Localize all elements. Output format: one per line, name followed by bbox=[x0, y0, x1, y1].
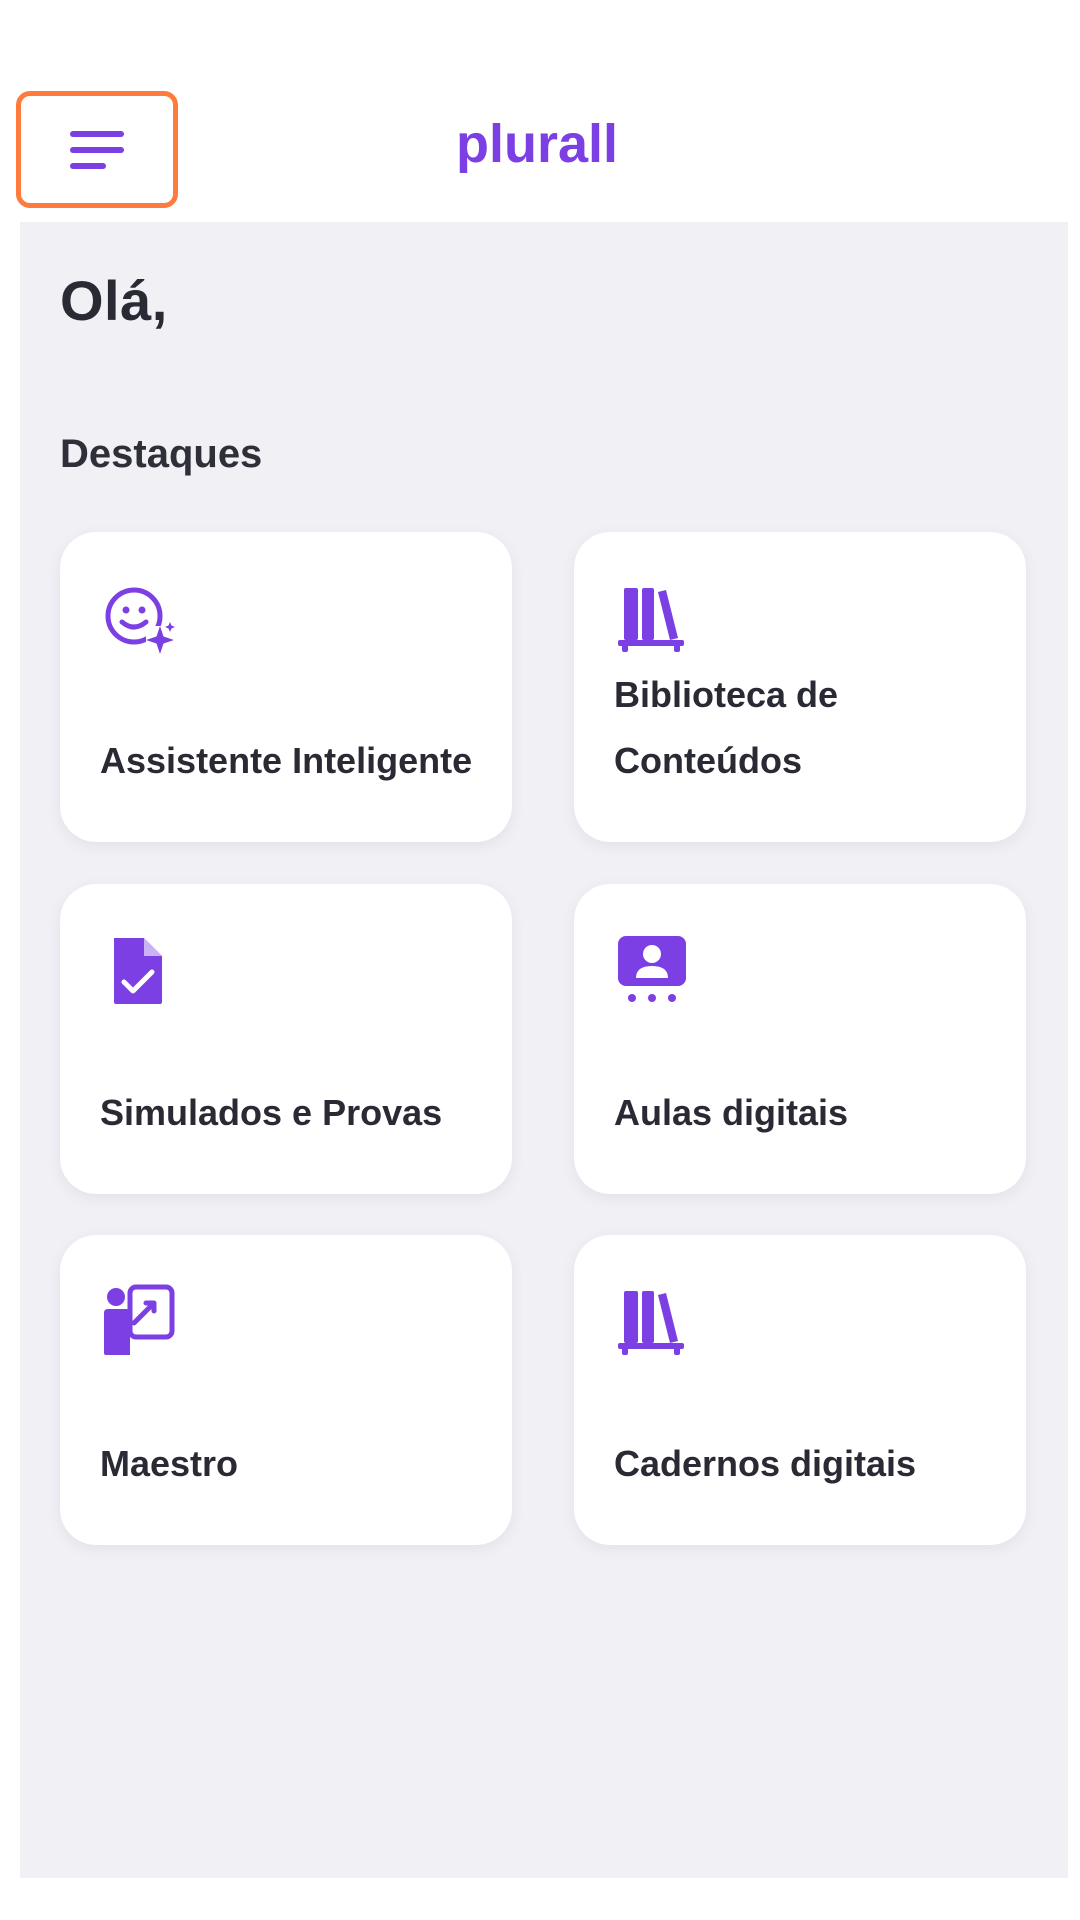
home-content: Olá, Destaques Assistente Inteligente Bi… bbox=[20, 222, 1068, 1878]
card-label: Simulados e Provas bbox=[100, 1092, 443, 1133]
card-label: Assistente Inteligente bbox=[100, 740, 473, 781]
menu-button[interactable] bbox=[16, 91, 178, 208]
card-assistente-inteligente[interactable]: Assistente Inteligente bbox=[60, 532, 512, 842]
app-header: plurall bbox=[0, 0, 1080, 222]
bookshelf-icon bbox=[614, 580, 690, 656]
teacher-board-icon bbox=[100, 1283, 176, 1359]
card-label: Biblioteca de Conteúdos bbox=[614, 674, 839, 781]
bookshelf-icon bbox=[614, 1283, 690, 1359]
greeting-title: Olá, bbox=[60, 269, 168, 332]
card-aulas-digitais[interactable]: Aulas digitais bbox=[574, 884, 1026, 1194]
card-cadernos-digitais[interactable]: Cadernos digitais bbox=[574, 1235, 1026, 1545]
logo-text: plurall bbox=[456, 118, 618, 174]
card-label: Cadernos digitais bbox=[614, 1443, 917, 1484]
card-label: Aulas digitais bbox=[614, 1092, 849, 1133]
card-simulados-e-provas[interactable]: Simulados e Provas bbox=[60, 884, 512, 1194]
smiley-sparkle-icon bbox=[100, 580, 176, 656]
document-check-icon bbox=[100, 932, 176, 1008]
card-maestro[interactable]: Maestro bbox=[60, 1235, 512, 1545]
highlights-title: Destaques bbox=[60, 432, 263, 476]
app-logo: plurall bbox=[456, 118, 626, 184]
hamburger-menu-icon bbox=[70, 130, 124, 169]
presentation-person-icon bbox=[614, 932, 690, 1008]
card-biblioteca-de-conteudos[interactable]: Biblioteca de Conteúdos bbox=[574, 532, 1026, 842]
card-label: Maestro bbox=[100, 1443, 239, 1484]
